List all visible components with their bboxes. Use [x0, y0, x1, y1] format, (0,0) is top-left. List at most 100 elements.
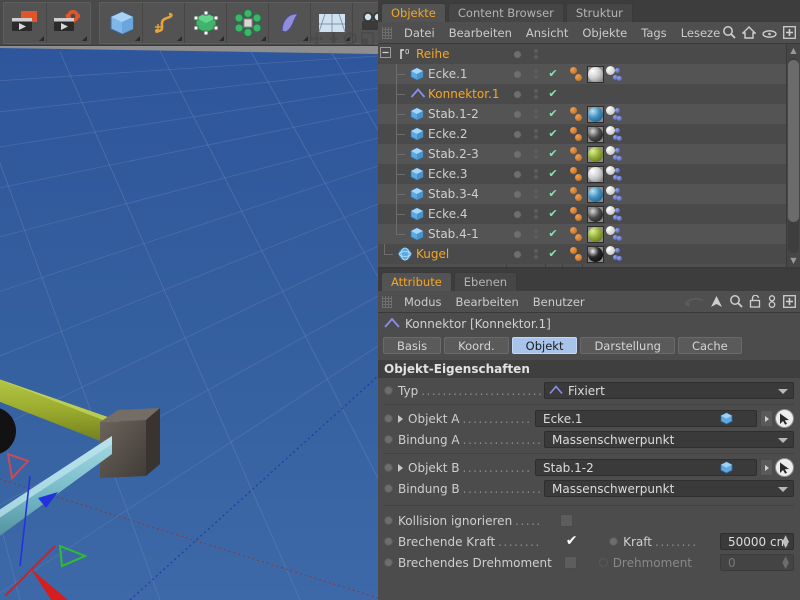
objekt-a-link-field[interactable]: Ecke.1 — [535, 410, 757, 427]
object-tree[interactable]: 0 Reihe Ecke.1 ✔ Konnektor.1 ✔ Stab.1-2 ✔ Ecke.2… — [378, 44, 786, 267]
tree-item-label[interactable]: Kugel — [378, 244, 506, 264]
dynamics-body-tag-icon[interactable] — [570, 66, 586, 82]
dynamics-body-tag-icon[interactable] — [570, 126, 586, 142]
visibility-toggles[interactable] — [528, 49, 544, 59]
render-visibility-dot-icon[interactable] — [534, 255, 538, 259]
visibility-toggles[interactable] — [528, 209, 544, 219]
scroll-up-icon[interactable]: ▲ — [787, 44, 800, 57]
material-tag-icon[interactable] — [587, 245, 604, 263]
scrollbar-track[interactable] — [788, 58, 799, 253]
enable-checkmark-icon[interactable]: ✔ — [544, 124, 562, 144]
tab-struktur[interactable]: Struktur — [565, 3, 633, 22]
material-tag-icon[interactable] — [587, 185, 604, 203]
prop-tab-basis[interactable]: Basis — [383, 337, 442, 354]
render-visibility-dot-icon[interactable] — [534, 135, 538, 139]
visibility-dot-icon[interactable] — [513, 150, 521, 158]
visibility-dot-icon[interactable] — [513, 190, 521, 198]
enable-checkmark-icon[interactable]: ✔ — [544, 204, 562, 224]
dynamics-body-tag-icon[interactable] — [570, 246, 586, 262]
render-view-button[interactable] — [5, 2, 47, 43]
tree-row-ecke-1[interactable]: Ecke.1 ✔ — [378, 64, 786, 84]
animate-dot-icon[interactable] — [384, 558, 393, 567]
cube-primitive-button[interactable] — [101, 2, 143, 43]
tab-attribute[interactable]: Attribute — [381, 272, 452, 291]
bindung-a-dropdown[interactable]: Massenschwerpunkt — [544, 431, 794, 448]
enable-checkmark-icon[interactable]: ✔ — [544, 224, 562, 244]
visibility-toggles[interactable] — [528, 249, 544, 259]
drehmoment-input[interactable]: 0 ▲ ▼ — [720, 554, 794, 571]
eye-icon[interactable] — [762, 24, 777, 43]
material-tag-icon[interactable] — [587, 145, 604, 163]
perspective-viewport[interactable] — [0, 46, 378, 600]
objekt-b-expand-button[interactable] — [760, 459, 773, 476]
dynamics-body-tag-icon[interactable] — [570, 106, 586, 122]
texture-tag-icon[interactable] — [605, 165, 622, 183]
visibility-toggles[interactable] — [528, 189, 544, 199]
tree-row-stab-2-3[interactable]: Stab.2-3 ✔ — [378, 144, 786, 164]
material-tag-icon[interactable] — [587, 165, 604, 183]
tree-item-label[interactable]: Konnektor.1 — [378, 84, 506, 104]
menu-bearbeiten[interactable]: Bearbeiten — [449, 291, 526, 313]
editor-visibility-dot-icon[interactable] — [534, 229, 538, 233]
up-arrow-icon[interactable] — [710, 293, 723, 312]
menu-leseze[interactable]: Leseze — [674, 22, 727, 44]
menu-bearbeiten[interactable]: Bearbeiten — [442, 22, 519, 44]
editor-visibility-dot-icon[interactable] — [534, 109, 538, 113]
tree-item-label[interactable]: Ecke.4 — [378, 204, 506, 224]
enable-checkmark-icon[interactable]: ✔ — [544, 64, 562, 84]
plus-box-icon[interactable] — [783, 293, 796, 312]
visibility-dot-icon[interactable] — [513, 210, 521, 218]
visibility-dot-icon[interactable] — [513, 90, 521, 98]
tree-item-label[interactable]: Stab.1-2 — [378, 104, 506, 124]
animate-dot-icon[interactable] — [384, 516, 393, 525]
object-tree-panel[interactable]: 0 Reihe Ecke.1 ✔ Konnektor.1 ✔ Stab.1-2 ✔ Ecke.2… — [378, 44, 800, 269]
animate-dot-icon[interactable] — [384, 484, 393, 493]
tag-cell[interactable] — [562, 145, 622, 163]
menu-objekte[interactable]: Objekte — [575, 22, 634, 44]
dynamics-body-tag-icon[interactable] — [570, 186, 586, 202]
spline-button[interactable] — [143, 2, 185, 43]
tag-cell[interactable] — [562, 185, 622, 203]
texture-tag-icon[interactable] — [605, 185, 622, 203]
visibility-toggles[interactable] — [528, 149, 544, 159]
editor-visibility-dot-icon[interactable] — [534, 169, 538, 173]
texture-tag-icon[interactable] — [605, 205, 622, 223]
editor-visibility-dot-icon[interactable] — [534, 89, 538, 93]
texture-tag-icon[interactable] — [605, 245, 622, 263]
tab-content-browser[interactable]: Content Browser — [447, 3, 564, 22]
dynamics-body-tag-icon[interactable] — [570, 226, 586, 242]
visibility-toggles[interactable] — [528, 169, 544, 179]
typ-dropdown[interactable]: Fixiert — [544, 382, 794, 399]
enable-checkmark-icon[interactable]: ✔ — [544, 164, 562, 184]
prop-tab-darstellung[interactable]: Darstellung — [580, 337, 675, 354]
scroll-down-icon[interactable]: ▼ — [787, 254, 800, 267]
visibility-dot-cell[interactable] — [506, 170, 528, 178]
animate-dot-icon[interactable] — [598, 558, 608, 567]
visibility-dot-icon[interactable] — [513, 50, 521, 58]
visibility-dot-cell[interactable] — [506, 70, 528, 78]
render-visibility-dot-icon[interactable] — [534, 235, 538, 239]
menu-modus[interactable]: Modus — [397, 291, 449, 313]
editor-visibility-dot-icon[interactable] — [534, 49, 538, 53]
render-visibility-dot-icon[interactable] — [534, 115, 538, 119]
visibility-dot-cell[interactable] — [506, 230, 528, 238]
panel-grip-icon[interactable] — [382, 295, 392, 308]
texture-tag-icon[interactable] — [605, 125, 622, 143]
objekt-a-expand-button[interactable] — [760, 410, 773, 427]
visibility-dot-cell[interactable] — [506, 150, 528, 158]
tree-row-konnektor-1[interactable]: Konnektor.1 ✔ — [378, 84, 786, 104]
tree-row-ecke-4[interactable]: Ecke.4 ✔ — [378, 204, 786, 224]
editor-visibility-dot-icon[interactable] — [534, 249, 538, 253]
tree-item-label[interactable]: Stab.3-4 — [378, 184, 506, 204]
texture-tag-icon[interactable] — [605, 105, 622, 123]
enable-checkmark-icon[interactable]: ✔ — [544, 184, 562, 204]
pin-icon[interactable] — [767, 293, 777, 312]
editor-visibility-dot-icon[interactable] — [534, 69, 538, 73]
menu-datei[interactable]: Datei — [397, 22, 442, 44]
texture-tag-icon[interactable] — [605, 65, 622, 83]
bindung-b-dropdown[interactable]: Massenschwerpunkt — [544, 480, 794, 497]
tree-item-label[interactable]: 0 Reihe — [378, 47, 506, 61]
tree-row-reihe[interactable]: 0 Reihe — [378, 44, 786, 64]
visibility-dot-icon[interactable] — [513, 170, 521, 178]
bend-deformer-button[interactable] — [269, 2, 311, 43]
